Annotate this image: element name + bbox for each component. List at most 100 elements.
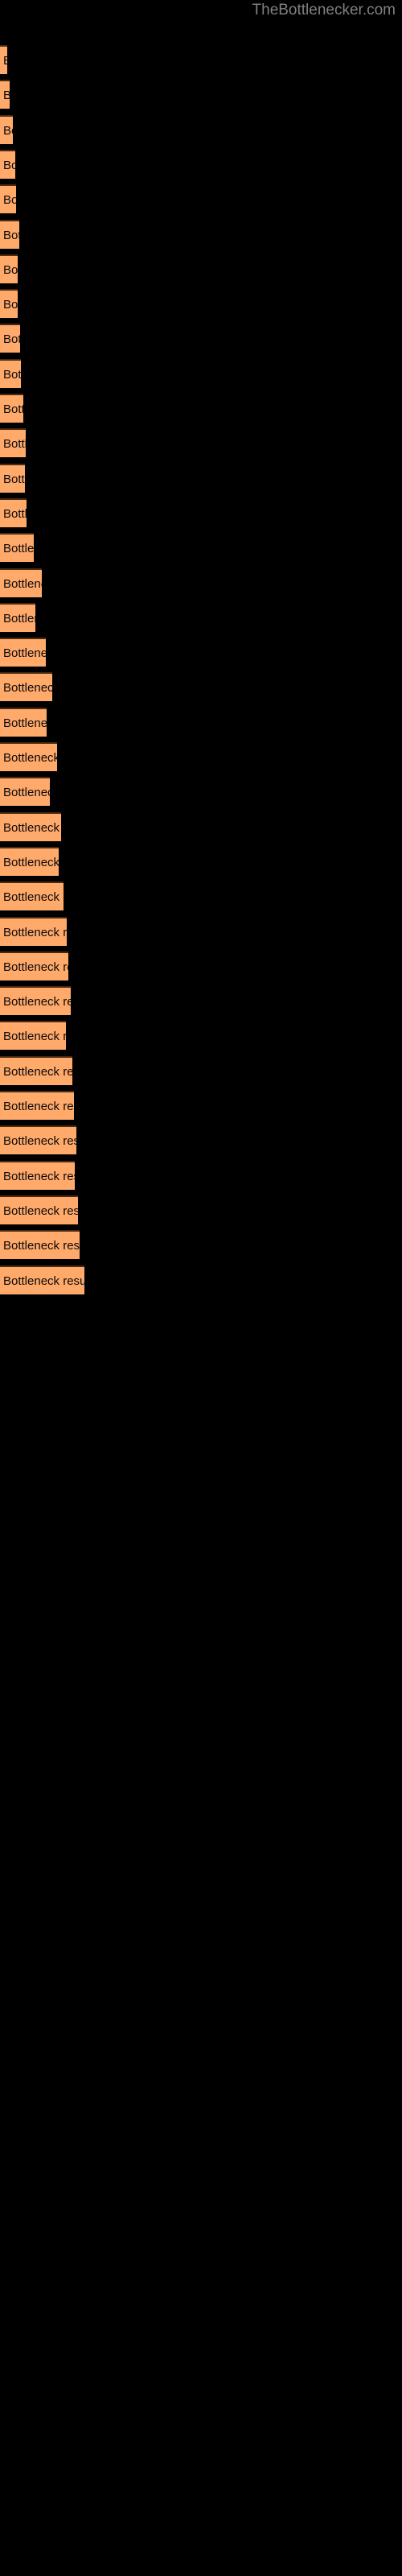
bar-label: Bottleneck result — [3, 890, 64, 905]
bar-label: Bottleneck result — [3, 611, 35, 625]
bottleneck-bar-chart: TheBottlenecker.com Bottleneck resultBot… — [0, 0, 402, 2576]
bar: Bottleneck result — [0, 1160, 75, 1190]
bar: Bottleneck result — [0, 1125, 76, 1155]
bar-label: Bottleneck result — [3, 506, 27, 521]
bar-row: Bottleneck result — [0, 881, 64, 911]
bar-label: Bottleneck result — [3, 123, 13, 138]
bar-label: Bottleneck result — [3, 855, 59, 869]
bar: Bottleneck result — [0, 916, 67, 946]
bar: Bottleneck result — [0, 428, 26, 458]
bar: Bottleneck result — [0, 324, 20, 353]
bar: Bottleneck result — [0, 254, 18, 283]
bar-row: Bottleneck result — [0, 394, 23, 423]
bar-row: Bottleneck result — [0, 114, 13, 144]
bar: Bottleneck result — [0, 80, 10, 109]
bar-label: Bottleneck result — [3, 1203, 78, 1218]
bar-row: Bottleneck result — [0, 533, 34, 563]
bar: Bottleneck result — [0, 672, 52, 702]
bar: Bottleneck result — [0, 1265, 84, 1294]
bar-row: Bottleneck result — [0, 219, 19, 249]
bar-row: Bottleneck result — [0, 1195, 78, 1224]
bar-row: Bottleneck result — [0, 1091, 74, 1120]
bar-row: Bottleneck result — [0, 45, 7, 74]
bar: Bottleneck result — [0, 1195, 78, 1224]
bar: Bottleneck result — [0, 114, 13, 144]
bar-label: Bottleneck result — [3, 1239, 80, 1253]
bar-row: Bottleneck result — [0, 951, 68, 980]
bar-row: Bottleneck result — [0, 254, 18, 283]
bar: Bottleneck result — [0, 638, 46, 667]
bar-row: Bottleneck result — [0, 1055, 72, 1085]
bar-label: Bottleneck result — [3, 332, 20, 347]
bar-label: Bottleneck result — [3, 1169, 75, 1183]
bar-row: Bottleneck result — [0, 1230, 80, 1260]
bar-label: Bottleneck result — [3, 925, 67, 939]
bar-label: Bottleneck result — [3, 1064, 72, 1079]
bar-label: Bottleneck result — [3, 81, 10, 109]
bar-row: Bottleneck result — [0, 324, 20, 353]
bar-label: Bottleneck result — [3, 1030, 66, 1044]
bar-row: Bottleneck result — [0, 846, 59, 876]
bar-label: Bottleneck result — [3, 681, 52, 696]
bar-row: Bottleneck result — [0, 463, 25, 493]
bar-row: Bottleneck result — [0, 289, 18, 319]
bar-label: Bottleneck result — [3, 262, 18, 277]
bar: Bottleneck result — [0, 533, 34, 563]
bar-label: Bottleneck result — [3, 1134, 76, 1149]
bar-row: Bottleneck result — [0, 638, 46, 667]
bar-row: Bottleneck result — [0, 497, 27, 527]
bar-row: Bottleneck result — [0, 428, 26, 458]
bar: Bottleneck result — [0, 463, 25, 493]
bar: Bottleneck result — [0, 707, 47, 737]
bar-label: Bottleneck result — [3, 402, 23, 416]
bar-row: Bottleneck result — [0, 986, 71, 1016]
bar-row: Bottleneck result — [0, 568, 42, 597]
bar-row: Bottleneck result — [0, 742, 57, 771]
bar: Bottleneck result — [0, 394, 23, 423]
bar-row: Bottleneck result — [0, 707, 47, 737]
bar-label: Bottleneck result — [3, 1100, 74, 1113]
bar: Bottleneck result — [0, 1230, 80, 1260]
bar-row: Bottleneck result — [0, 149, 15, 179]
bar-label: Bottleneck result — [3, 193, 16, 208]
bar-label: Bottleneck result — [3, 472, 25, 486]
bar-label: Bottleneck result — [3, 995, 71, 1009]
bar: Bottleneck result — [0, 289, 18, 319]
bar: Bottleneck result — [0, 184, 16, 214]
bar: Bottleneck result — [0, 811, 61, 841]
bar: Bottleneck result — [0, 986, 71, 1016]
bar: Bottleneck result — [0, 149, 15, 179]
bar-row: Bottleneck result — [0, 1265, 84, 1294]
bar-row: Bottleneck result — [0, 358, 21, 388]
bar: Bottleneck result — [0, 497, 27, 527]
bar-list: Bottleneck result Bottleneck result Bottle… — [0, 0, 402, 2576]
bar-label: Bottleneck result — [3, 1274, 84, 1288]
bar-row: Bottleneck result — [0, 602, 35, 632]
bar: Bottleneck result — [0, 358, 21, 388]
bar-row: Bottleneck result — [0, 1160, 75, 1190]
bar-label: Bottleneck result — [3, 751, 57, 765]
bar: Bottleneck result — [0, 881, 64, 911]
bar: Bottleneck result — [0, 219, 19, 249]
bar-label: Bottleneck result — [3, 47, 7, 74]
bar-label: Bottleneck result — [3, 228, 19, 242]
bar-row: Bottleneck result — [0, 811, 61, 841]
bar: Bottleneck result — [0, 1055, 72, 1085]
bar-label: Bottleneck result — [3, 960, 68, 974]
bar-label: Bottleneck result — [3, 298, 18, 312]
bar: Bottleneck result — [0, 951, 68, 980]
bar-row: Bottleneck result — [0, 777, 50, 807]
bar-row: Bottleneck result — [0, 184, 16, 214]
bar-label: Bottleneck result — [3, 820, 61, 835]
bar-label: Bottleneck result — [3, 786, 50, 800]
bar: Bottleneck result — [0, 846, 59, 876]
bar-label: Bottleneck result — [3, 646, 46, 661]
bar-label: Bottleneck result — [3, 542, 34, 556]
bar: Bottleneck result — [0, 1021, 66, 1051]
bar-label: Bottleneck result — [3, 367, 21, 382]
bar-label: Bottleneck result — [3, 716, 47, 730]
bar: Bottleneck result — [0, 568, 42, 597]
bar: Bottleneck result — [0, 1091, 74, 1120]
bar-row: Bottleneck result — [0, 1021, 66, 1051]
bar-label: Bottleneck result — [3, 437, 26, 452]
